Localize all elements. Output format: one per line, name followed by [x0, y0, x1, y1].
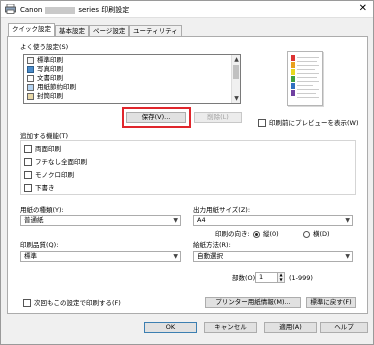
decrement-icon[interactable]: ▼ — [278, 277, 284, 283]
chevron-down-icon: ▼ — [173, 217, 178, 224]
title-suffix: series 印刷設定 — [78, 6, 130, 14]
scroll-thumb[interactable] — [233, 65, 239, 79]
media-type-label: 用紙の種類(Y): — [20, 206, 64, 214]
grayscale-label: モノクロ印刷 — [35, 171, 74, 179]
print-settings-dialog: Canon series 印刷設定 ✕ クイック設定 基本設定 ページ設定 ユーテ… — [0, 0, 374, 345]
output-size-value: A4 — [197, 216, 206, 224]
tab-utility[interactable]: ユーティリティ — [129, 25, 182, 36]
document-print-icon — [27, 74, 34, 82]
portrait-label: 縦(0) — [263, 230, 279, 238]
ok-button[interactable]: OK — [144, 322, 197, 333]
list-scrollbar[interactable]: ▲ ▼ — [231, 55, 240, 103]
borderless-label: フチなし全面印刷 — [35, 158, 87, 166]
landscape-label: 横(D) — [313, 230, 330, 238]
title-bar: Canon series 印刷設定 ✕ — [1, 1, 373, 18]
list-item-label: 標準印刷 — [37, 56, 63, 64]
copies-input[interactable]: 1 — [255, 272, 278, 283]
duplex-label: 両面印刷 — [35, 145, 61, 153]
preview-before-print-label: 印刷前にプレビューを表示(W) — [269, 119, 359, 127]
standard-print-icon — [27, 56, 34, 64]
duplex-checkbox[interactable] — [24, 145, 32, 153]
draft-label: 下書き — [35, 184, 55, 192]
list-item-label: 文書印刷 — [37, 74, 63, 82]
close-icon[interactable]: ✕ — [359, 3, 367, 15]
list-item-label: 写真印刷 — [37, 65, 63, 73]
list-item-label: 用紙節約印刷 — [37, 83, 76, 91]
tab-main[interactable]: 基本設定 — [55, 25, 89, 36]
list-item[interactable]: 文書印刷 — [27, 74, 63, 83]
chevron-down-icon: ▼ — [173, 253, 178, 260]
list-item[interactable]: 写真印刷 — [27, 65, 63, 74]
redacted-model-name — [45, 6, 76, 14]
quick-settings-list[interactable]: 標準印刷 写真印刷 文書印刷 用紙節約印刷 封筒印刷 ▲ ▼ — [23, 54, 241, 104]
borderless-checkbox[interactable] — [24, 158, 32, 166]
paper-source-value: 自動選択 — [197, 252, 223, 260]
draft-checkbox[interactable] — [24, 184, 32, 192]
portrait-radio[interactable] — [253, 231, 260, 238]
always-print-current-checkbox[interactable] — [23, 299, 31, 307]
list-item-label: 封筒印刷 — [37, 92, 63, 100]
scroll-down-icon[interactable]: ▼ — [232, 94, 240, 103]
printer-media-info-button[interactable]: プリンター用紙情報(M)... — [205, 297, 301, 308]
paper-source-label: 給紙方法(R): — [193, 241, 231, 249]
paper-source-select[interactable]: 自動選択 ▼ — [193, 251, 353, 262]
paper-saving-icon — [27, 83, 34, 91]
help-button[interactable]: ヘルプ — [320, 322, 368, 333]
copies-stepper[interactable]: ▲ ▼ — [277, 272, 285, 283]
title-brand: Canon — [20, 6, 43, 14]
list-item[interactable]: 標準印刷 — [27, 56, 63, 65]
apply-button[interactable]: 適用(A) — [264, 322, 317, 333]
media-type-select[interactable]: 普通紙 ▼ — [20, 215, 181, 226]
orientation-label: 印刷の向き: — [215, 230, 250, 238]
preview-page-thumbnail — [287, 51, 323, 106]
photo-print-icon — [27, 65, 34, 73]
landscape-radio[interactable] — [303, 231, 310, 238]
print-quality-value: 標準 — [24, 252, 37, 260]
print-quality-label: 印刷品質(Q): — [20, 241, 59, 249]
printer-icon — [5, 4, 16, 14]
chevron-down-icon: ▼ — [345, 217, 350, 224]
additional-features-label: 追加する機能(T) — [20, 132, 69, 140]
save-button-highlight — [122, 107, 191, 128]
list-item[interactable]: 封筒印刷 — [27, 92, 63, 101]
list-item[interactable]: 用紙節約印刷 — [27, 83, 76, 92]
output-size-label: 出力用紙サイズ(Z): — [193, 206, 251, 214]
window-title: Canon series 印刷設定 — [20, 5, 129, 15]
output-size-select[interactable]: A4 ▼ — [193, 215, 353, 226]
quick-settings-label: よく使う設定(S) — [20, 43, 69, 51]
print-quality-select[interactable]: 標準 ▼ — [20, 251, 181, 262]
defaults-button[interactable]: 標準に戻す(F) — [306, 297, 356, 308]
tab-quick-setup[interactable]: クイック設定 — [8, 23, 55, 36]
cancel-button[interactable]: キャンセル — [204, 322, 257, 333]
copies-range: (1-999) — [289, 274, 313, 282]
always-print-current-label: 次回もこの設定で印刷する(F) — [34, 299, 121, 307]
tab-page-setup[interactable]: ページ設定 — [89, 25, 130, 36]
envelope-icon — [27, 92, 34, 100]
media-type-value: 普通紙 — [24, 216, 44, 224]
features-group — [20, 140, 356, 195]
scroll-up-icon[interactable]: ▲ — [232, 55, 240, 64]
delete-button[interactable]: 削除(L) — [194, 112, 242, 123]
preview-before-print-checkbox[interactable] — [258, 119, 266, 127]
copies-label: 部数(O): — [232, 274, 258, 282]
grayscale-checkbox[interactable] — [24, 171, 32, 179]
chevron-down-icon: ▼ — [345, 253, 350, 260]
